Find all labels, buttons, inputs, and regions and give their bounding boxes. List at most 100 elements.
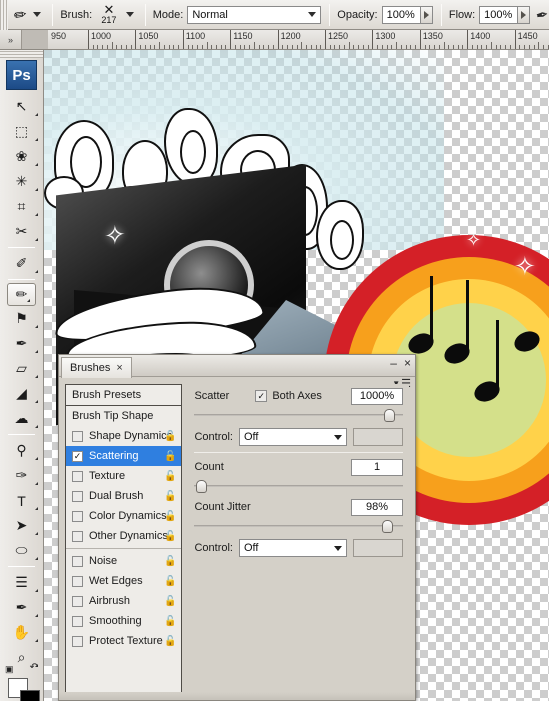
panel-expander-button[interactable]: » bbox=[0, 30, 22, 49]
lock-icon[interactable]: 🔓 bbox=[164, 636, 176, 647]
crop-icon: ⌗ bbox=[17, 198, 26, 214]
brush-option-other-dynamics[interactable]: Other Dynamics 🔓 bbox=[66, 526, 181, 546]
tools-palette: Ps ↖⬚❀✳⌗✂✐✏⚑✒▱◢☁⚲✑T➤⬭☰✒✋⌕ ▣ ↶ ◯ bbox=[0, 50, 44, 701]
count-slider[interactable] bbox=[194, 479, 403, 493]
blur-tool[interactable]: ☁ bbox=[0, 406, 43, 431]
brush-tip-shape-item[interactable]: Brush Tip Shape bbox=[66, 406, 182, 426]
checkbox[interactable] bbox=[72, 490, 83, 502]
lock-icon[interactable]: 🔓 bbox=[164, 471, 176, 482]
type-tool[interactable]: T bbox=[0, 488, 43, 513]
lock-icon[interactable]: 🔓 bbox=[164, 596, 176, 607]
both-axes-checkbox[interactable]: ✓ bbox=[255, 390, 268, 402]
brush-tool-icon[interactable]: ✏ bbox=[8, 3, 34, 27]
default-colors-icon[interactable]: ▣ bbox=[5, 664, 14, 675]
slice-tool[interactable]: ✂ bbox=[0, 219, 43, 244]
brush-option-label: Scattering bbox=[89, 450, 139, 462]
history-brush-tool[interactable]: ✒ bbox=[0, 331, 43, 356]
checkbox[interactable] bbox=[72, 575, 83, 587]
healing-brush-tool[interactable]: ✐ bbox=[0, 251, 43, 276]
count-value-input[interactable]: 1 bbox=[351, 458, 403, 476]
brush-option-smoothing[interactable]: Smoothing 🔓 bbox=[66, 611, 181, 631]
panel-titlebar[interactable]: Brushes × – × ▼☰ bbox=[59, 355, 415, 390]
close-icon[interactable]: × bbox=[116, 362, 122, 374]
checkbox[interactable] bbox=[72, 555, 83, 567]
color-swatches[interactable]: ▣ ↶ bbox=[0, 662, 43, 701]
scatter-control-extra-field[interactable] bbox=[353, 428, 403, 446]
brush-option-texture[interactable]: Texture 🔓 bbox=[66, 466, 181, 486]
lock-icon[interactable]: 🔓 bbox=[164, 511, 176, 522]
lock-icon[interactable]: 🔓 bbox=[164, 431, 176, 442]
notes-tool[interactable]: ☰ bbox=[0, 570, 43, 595]
dodge-tool[interactable]: ⚲ bbox=[0, 438, 43, 463]
brush-option-dual-brush[interactable]: Dual Brush 🔓 bbox=[66, 486, 181, 506]
lock-icon[interactable]: 🔓 bbox=[164, 531, 176, 542]
checkbox[interactable] bbox=[72, 635, 83, 647]
checkbox[interactable]: ✓ bbox=[72, 450, 83, 462]
eraser-tool[interactable]: ▱ bbox=[0, 356, 43, 381]
brush-option-shape-dynamics[interactable]: Shape Dynamics 🔓 bbox=[66, 426, 181, 446]
background-color-swatch[interactable] bbox=[20, 690, 40, 701]
ruler-minor-tick bbox=[116, 45, 118, 49]
flow-stepper[interactable] bbox=[517, 5, 531, 24]
rectangular-marquee-tool[interactable]: ⬚ bbox=[0, 119, 43, 144]
brush-preview-thumbnail[interactable]: ✕ 217 bbox=[96, 2, 122, 28]
brush-option-scattering[interactable]: ✓ Scattering 🔓 bbox=[66, 446, 182, 466]
crop-tool[interactable]: ⌗ bbox=[0, 194, 43, 219]
panel-resize-strip[interactable] bbox=[59, 692, 415, 700]
lock-icon[interactable]: 🔓 bbox=[164, 451, 176, 462]
lock-icon[interactable]: 🔓 bbox=[164, 556, 176, 567]
flow-input[interactable]: 100% bbox=[479, 5, 519, 24]
options-bar-grip[interactable] bbox=[0, 0, 8, 30]
airbrush-icon[interactable]: ✒ bbox=[535, 4, 549, 24]
minimize-icon[interactable]: – bbox=[390, 357, 397, 369]
opacity-input[interactable]: 100% bbox=[381, 5, 421, 24]
count-jitter-slider[interactable] bbox=[194, 519, 403, 533]
ellipse-shape-tool[interactable]: ⬭ bbox=[0, 538, 43, 563]
lasso-tool[interactable]: ❀ bbox=[0, 144, 43, 169]
checkbox[interactable] bbox=[72, 470, 83, 482]
move-tool[interactable]: ↖ bbox=[0, 94, 43, 119]
pen-tool[interactable]: ✑ bbox=[0, 463, 43, 488]
scatter-value-input[interactable]: 1000% bbox=[351, 387, 403, 405]
tab-brushes[interactable]: Brushes × bbox=[61, 357, 132, 378]
tool-group-indicator bbox=[35, 135, 38, 141]
magic-wand-tool[interactable]: ✳ bbox=[0, 169, 43, 194]
scatter-control-select[interactable]: Off bbox=[239, 428, 347, 446]
lock-icon[interactable]: 🔓 bbox=[164, 576, 176, 587]
brush-tool[interactable]: ✏ bbox=[7, 283, 36, 306]
hand-tool[interactable]: ✋ bbox=[0, 620, 43, 645]
checkbox[interactable] bbox=[72, 615, 83, 627]
paint-bucket-tool[interactable]: ◢ bbox=[0, 381, 43, 406]
tool-preset-chevron-down-icon[interactable] bbox=[33, 12, 42, 17]
lock-icon[interactable]: 🔓 bbox=[164, 491, 176, 502]
swap-colors-icon[interactable]: ↶ bbox=[30, 662, 38, 673]
scatter-slider[interactable] bbox=[194, 408, 403, 422]
checkbox[interactable] bbox=[72, 595, 83, 607]
checkbox[interactable] bbox=[72, 430, 83, 442]
checkbox[interactable] bbox=[72, 510, 83, 522]
count-slider-thumb[interactable] bbox=[196, 480, 208, 493]
brush-option-color-dynamics[interactable]: Color Dynamics 🔓 bbox=[66, 506, 181, 526]
toolbar-grip[interactable] bbox=[0, 50, 43, 58]
count-jitter-slider-thumb[interactable] bbox=[382, 520, 394, 533]
close-icon[interactable]: × bbox=[404, 357, 411, 369]
brush-option-protect-texture[interactable]: Protect Texture 🔓 bbox=[66, 631, 181, 651]
blend-mode-select[interactable]: Normal bbox=[187, 5, 322, 24]
brush-option-wet-edges[interactable]: Wet Edges 🔓 bbox=[66, 571, 181, 591]
checkbox[interactable] bbox=[72, 530, 83, 542]
count-jitter-value-input[interactable]: 98% bbox=[351, 498, 403, 516]
count-jitter-control-select[interactable]: Off bbox=[239, 539, 347, 557]
lock-icon[interactable]: 🔓 bbox=[164, 616, 176, 627]
brush-option-noise[interactable]: Noise 🔓 bbox=[66, 551, 181, 571]
clone-stamp-tool[interactable]: ⚑ bbox=[0, 306, 43, 331]
path-selection-tool[interactable]: ➤ bbox=[0, 513, 43, 538]
brushes-panel[interactable]: Brushes × – × ▼☰ Brush Presets Brush Tip… bbox=[58, 354, 416, 701]
scatter-slider-thumb[interactable] bbox=[384, 409, 396, 422]
opacity-stepper[interactable] bbox=[419, 5, 433, 24]
ruler-minor-tick bbox=[481, 45, 483, 49]
eyedropper-tool[interactable]: ✒ bbox=[0, 595, 43, 620]
brush-option-airbrush[interactable]: Airbrush 🔓 bbox=[66, 591, 181, 611]
count-jitter-control-extra-field[interactable] bbox=[353, 539, 403, 557]
brush-presets-item[interactable]: Brush Presets bbox=[66, 385, 182, 406]
brush-chevron-down-icon[interactable] bbox=[125, 12, 134, 17]
